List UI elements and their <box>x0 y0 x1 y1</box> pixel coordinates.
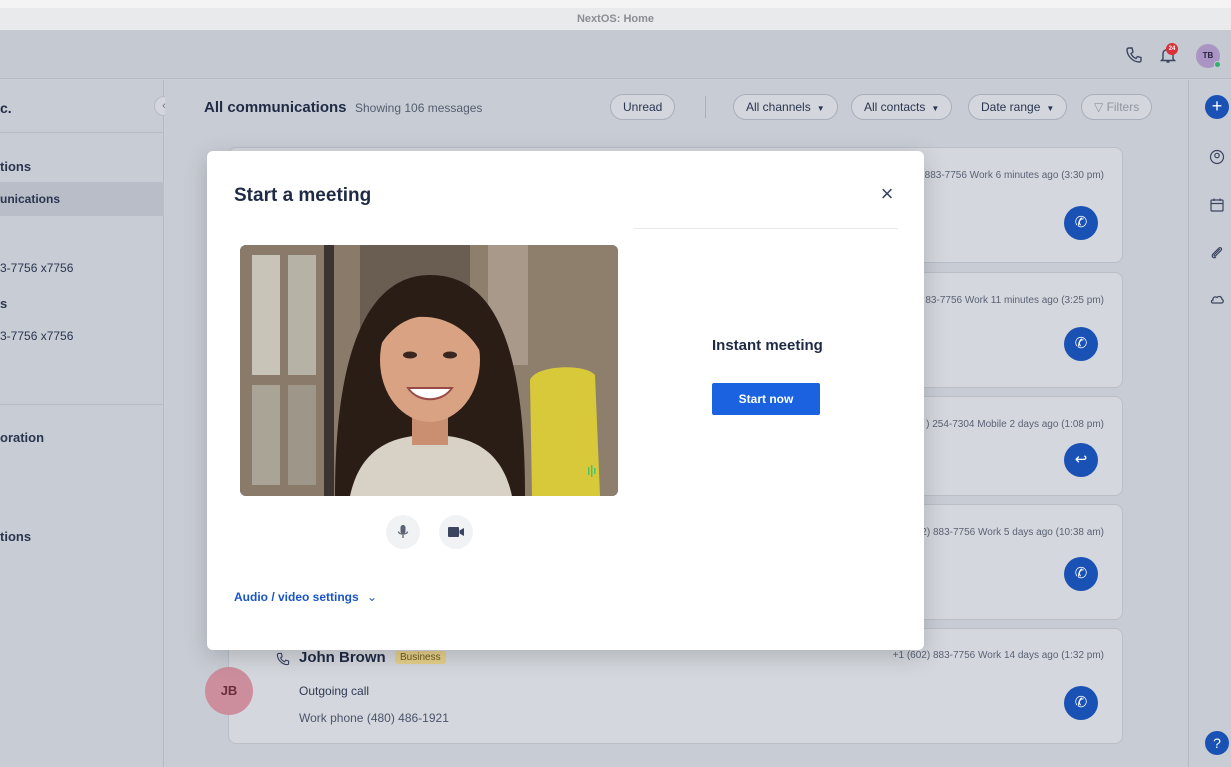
user-initials: TB <box>1202 51 1214 60</box>
help-button[interactable]: ? <box>1205 731 1229 755</box>
channels-dropdown[interactable]: All channels ▼ <box>733 94 838 120</box>
instant-meeting-label: Instant meeting <box>712 337 823 354</box>
unread-label: Unread <box>623 100 663 114</box>
call-direction: Outgoing call <box>299 684 370 698</box>
caret-down-icon: ▼ <box>931 104 940 113</box>
call-back-button[interactable]: ✆ <box>1064 327 1098 361</box>
caret-down-icon: ▼ <box>1046 104 1055 113</box>
contact-initials: JB <box>220 683 238 698</box>
phone-icon: ✆ <box>1074 335 1088 352</box>
call-back-button[interactable]: ✆ <box>1064 686 1098 720</box>
dialog-divider <box>634 228 898 229</box>
sidebar-header: c. <box>0 80 164 133</box>
cloud-icon[interactable] <box>1208 290 1226 308</box>
user-avatar[interactable]: TB <box>1196 44 1221 68</box>
sidebar-item-line-1[interactable]: 3-7756 x7756 <box>0 261 73 275</box>
message-count: Showing 106 messages <box>355 101 483 115</box>
sidebar-org-name: c. <box>0 100 12 116</box>
phone-icon <box>276 652 290 666</box>
card-meta: 83-7756 Work 11 minutes ago (3:25 pm) <box>925 295 1104 306</box>
left-sidebar: c. tions unications 3-7756 x7756 s 3-775… <box>0 80 164 767</box>
call-back-button[interactable]: ✆ <box>1064 206 1098 240</box>
right-rail: + ? <box>1188 80 1231 767</box>
date-range-dropdown[interactable]: Date range ▼ <box>968 94 1068 120</box>
card-meta: 2) 883-7756 Work 5 days ago (10:38 am) <box>921 527 1104 538</box>
audio-video-settings-toggle[interactable]: Audio / video settings ⌄ <box>234 590 377 604</box>
contacts-dropdown[interactable]: All contacts ▼ <box>851 94 953 120</box>
call-back-button[interactable]: ✆ <box>1064 557 1098 591</box>
sidebar-section-collaboration[interactable]: oration <box>0 430 44 445</box>
funnel-icon: ▽ <box>1094 100 1107 114</box>
plus-icon: + <box>1211 96 1223 116</box>
online-status-dot <box>1214 61 1221 68</box>
contacts-label: All contacts <box>864 100 926 114</box>
filter-separator <box>705 96 706 118</box>
contact-type-badge: Business <box>395 651 446 664</box>
contact-icon[interactable] <box>1208 148 1226 166</box>
card-meta: 883-7756 Work 6 minutes ago (3:30 pm) <box>924 170 1104 181</box>
phone-icon[interactable] <box>1124 45 1144 65</box>
reply-icon: ↩ <box>1074 451 1088 468</box>
window-titlebar: NextOS: Home <box>0 0 1231 31</box>
notification-badge: 24 <box>1166 43 1178 55</box>
date-range-label: Date range <box>981 100 1041 114</box>
settings-link-label: Audio / video settings <box>234 590 359 604</box>
phone-icon: ✆ <box>1074 565 1088 582</box>
question-icon: ? <box>1213 735 1221 751</box>
reply-button[interactable]: ↩ <box>1064 443 1098 477</box>
card-meta: ) 254-7304 Mobile 2 days ago (1:08 pm) <box>926 419 1104 430</box>
start-meeting-dialog: Start a meeting × Instant meeting Start … <box>207 151 924 650</box>
sidebar-section-integrations[interactable]: tions <box>0 529 31 544</box>
microphone-icon <box>397 525 409 538</box>
window-title: NextOS: Home <box>576 13 655 25</box>
close-button[interactable]: × <box>876 183 898 205</box>
camera-preview <box>240 245 618 496</box>
filters-label: Filters <box>1106 100 1140 114</box>
filters-button[interactable]: ▽ Filters <box>1081 94 1153 120</box>
close-icon: × <box>880 181 894 206</box>
chevron-down-icon: ⌄ <box>367 590 378 604</box>
phone-icon: ✆ <box>1074 694 1088 711</box>
dialog-title: Start a meeting <box>234 185 372 206</box>
titlebar-top-strip <box>0 0 1231 8</box>
microphone-toggle[interactable] <box>386 515 420 549</box>
page-title: All communications <box>204 99 347 116</box>
caret-down-icon: ▼ <box>816 104 825 113</box>
sidebar-item-line-2[interactable]: 3-7756 x7756 <box>0 329 73 343</box>
camera-toggle[interactable] <box>439 515 473 549</box>
card-meta: +1 (602) 883-7756 Work 14 days ago (1:32… <box>892 650 1104 661</box>
call-phone: Work phone (480) 486-1921 <box>299 711 449 725</box>
sidebar-divider <box>0 404 164 405</box>
sidebar-section-communications[interactable]: tions <box>0 159 31 174</box>
video-camera-icon <box>448 527 464 537</box>
calendar-icon[interactable] <box>1208 196 1226 214</box>
start-now-button[interactable]: Start now <box>712 383 820 415</box>
contact-avatar: JB <box>205 667 253 715</box>
sidebar-item-all-communications[interactable]: unications <box>0 182 164 216</box>
paperclip-icon[interactable] <box>1208 244 1226 262</box>
phone-icon: ✆ <box>1074 214 1088 231</box>
sidebar-section-calls[interactable]: s <box>0 296 7 311</box>
add-button[interactable]: + <box>1205 95 1229 119</box>
app-header: 24 TB <box>0 31 1231 79</box>
contact-name[interactable]: John Brown <box>299 649 386 666</box>
unread-filter-chip[interactable]: Unread <box>610 94 676 120</box>
channels-label: All channels <box>746 100 811 114</box>
